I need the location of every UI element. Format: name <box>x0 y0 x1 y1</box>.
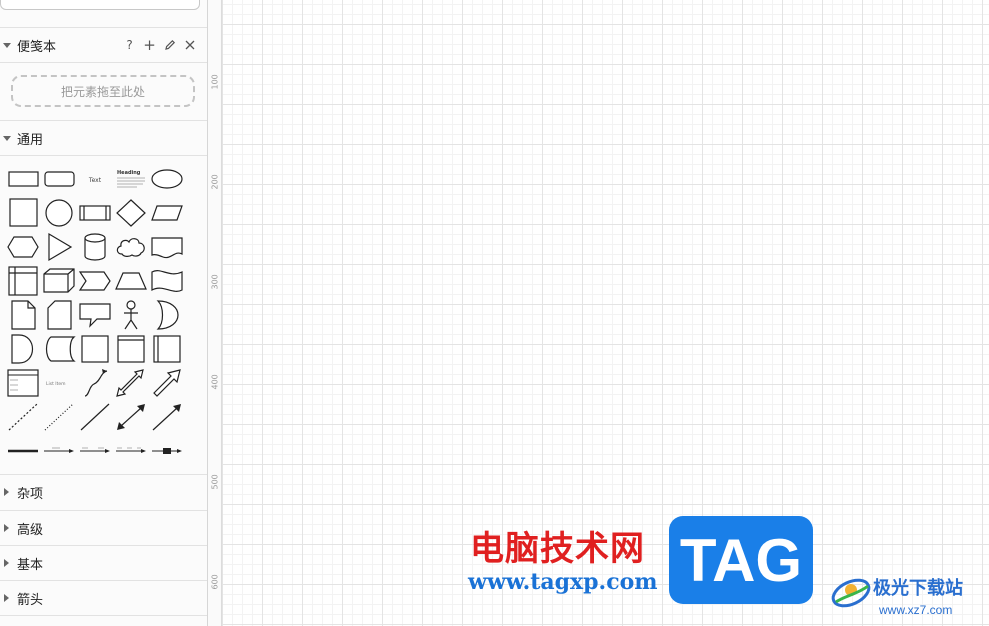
shape-list-item-label: List Item <box>46 381 66 387</box>
shape-dotted-line[interactable] <box>41 400 77 434</box>
shape-triangle[interactable] <box>41 230 77 264</box>
shape-directional-connector[interactable] <box>149 400 185 434</box>
shape-rectangle[interactable] <box>5 162 41 196</box>
shape-cloud[interactable] <box>113 230 149 264</box>
watermark-site-name: 极光下载站 <box>873 578 963 599</box>
shape-container[interactable] <box>113 332 149 366</box>
app-window: 便笺本 ? + 把元素拖至此处 通用 Text Heading List Ite… <box>0 0 989 626</box>
section-label: 高级 <box>17 522 44 538</box>
ruler-label: 200 <box>210 174 220 190</box>
shape-hexagon[interactable] <box>5 230 41 264</box>
shape-square[interactable] <box>5 196 41 230</box>
shape-rounded-rectangle[interactable] <box>41 162 77 196</box>
chevron-right-icon <box>4 559 9 567</box>
ruler-label: 400 <box>210 374 220 390</box>
shape-text-label: Text <box>88 177 102 184</box>
general-section-header[interactable]: 通用 <box>0 121 207 155</box>
shape-stored-data[interactable] <box>41 332 77 366</box>
shape-cylinder[interactable] <box>77 230 113 264</box>
shape-sidebar: 便笺本 ? + 把元素拖至此处 通用 Text Heading List Ite… <box>0 0 208 626</box>
shape-trapezoid[interactable] <box>113 264 149 298</box>
shape-list[interactable] <box>5 366 41 400</box>
divider <box>0 615 207 616</box>
scratchpad-tools: ? + <box>123 28 196 62</box>
shape-connector-with-symbol[interactable] <box>149 434 185 468</box>
shape-square-2[interactable] <box>77 332 113 366</box>
shape-connector-with-label[interactable] <box>41 434 77 468</box>
section-misc-header[interactable]: 杂项 <box>0 475 207 509</box>
shape-process[interactable] <box>77 196 113 230</box>
divider <box>0 155 207 156</box>
shape-ellipse[interactable] <box>149 162 185 196</box>
chevron-down-icon <box>3 42 11 48</box>
scratchpad-title: 便笺本 <box>17 39 57 55</box>
shape-note[interactable] <box>5 298 41 332</box>
shape-cube[interactable] <box>41 264 77 298</box>
shape-diamond[interactable] <box>113 196 149 230</box>
shape-delay[interactable] <box>5 332 41 366</box>
watermark-title: 电脑技术网 <box>470 529 645 569</box>
close-icon[interactable] <box>183 38 196 52</box>
section-arrows-header[interactable]: 箭头 <box>0 581 207 615</box>
shape-curved-arrow[interactable] <box>77 366 113 400</box>
general-section-title: 通用 <box>17 132 44 148</box>
shape-step[interactable] <box>77 264 113 298</box>
ruler-label: 300 <box>210 274 220 290</box>
chevron-down-icon <box>3 135 11 141</box>
shape-circle[interactable] <box>41 196 77 230</box>
section-label: 杂项 <box>17 486 44 502</box>
section-label: 箭头 <box>17 592 44 608</box>
shape-line[interactable] <box>77 400 113 434</box>
chevron-right-icon <box>4 524 9 532</box>
shape-connector-with-three-labels[interactable] <box>113 434 149 468</box>
shape-callout[interactable] <box>77 298 113 332</box>
divider <box>0 62 207 63</box>
watermark-site-url: www.xz7.com <box>879 603 953 617</box>
shape-search-input[interactable] <box>0 0 200 10</box>
shape-parallelogram[interactable] <box>149 196 185 230</box>
add-icon[interactable]: + <box>143 36 156 54</box>
shape-block-arrow[interactable] <box>149 366 185 400</box>
shape-internal-storage[interactable] <box>5 264 41 298</box>
ruler-label: 100 <box>210 74 220 90</box>
aurora-logo-icon <box>831 578 871 608</box>
shape-heading-label: Heading <box>117 170 141 176</box>
section-basic-header[interactable]: 基本 <box>0 546 207 580</box>
shape-or[interactable] <box>149 298 185 332</box>
shape-document[interactable] <box>149 230 185 264</box>
shape-connector-with-two-labels[interactable] <box>77 434 113 468</box>
shape-actor[interactable] <box>113 298 149 332</box>
shape-bidirectional-block-arrow[interactable] <box>113 366 149 400</box>
shape-card[interactable] <box>41 298 77 332</box>
ruler-label: 500 <box>210 474 220 490</box>
watermark-url: www.tagxp.com <box>468 569 658 595</box>
edit-pencil-icon[interactable] <box>163 38 176 52</box>
shape-heading-textbox[interactable]: Heading <box>113 162 149 196</box>
help-icon[interactable]: ? <box>123 38 136 52</box>
scratchpad-header[interactable]: 便笺本 ? + <box>0 28 207 62</box>
chevron-right-icon <box>4 594 9 602</box>
shape-text[interactable]: Text <box>77 162 113 196</box>
shape-bidirectional-connector[interactable] <box>113 400 149 434</box>
shape-dashed-line[interactable] <box>5 400 41 434</box>
shape-list-item[interactable]: List Item <box>41 366 77 400</box>
shape-tape[interactable] <box>149 264 185 298</box>
section-advanced-header[interactable]: 高级 <box>0 511 207 545</box>
section-label: 基本 <box>17 557 44 573</box>
vertical-ruler: 100 200 300 400 500 600 <box>208 0 222 626</box>
chevron-right-icon <box>4 488 9 496</box>
watermark-tag-badge: TAG <box>669 516 813 604</box>
shape-swimlane[interactable] <box>149 332 185 366</box>
shape-thick-link[interactable] <box>5 434 41 468</box>
ruler-label: 600 <box>210 574 220 590</box>
scratchpad-drop-zone[interactable]: 把元素拖至此处 <box>11 75 195 107</box>
